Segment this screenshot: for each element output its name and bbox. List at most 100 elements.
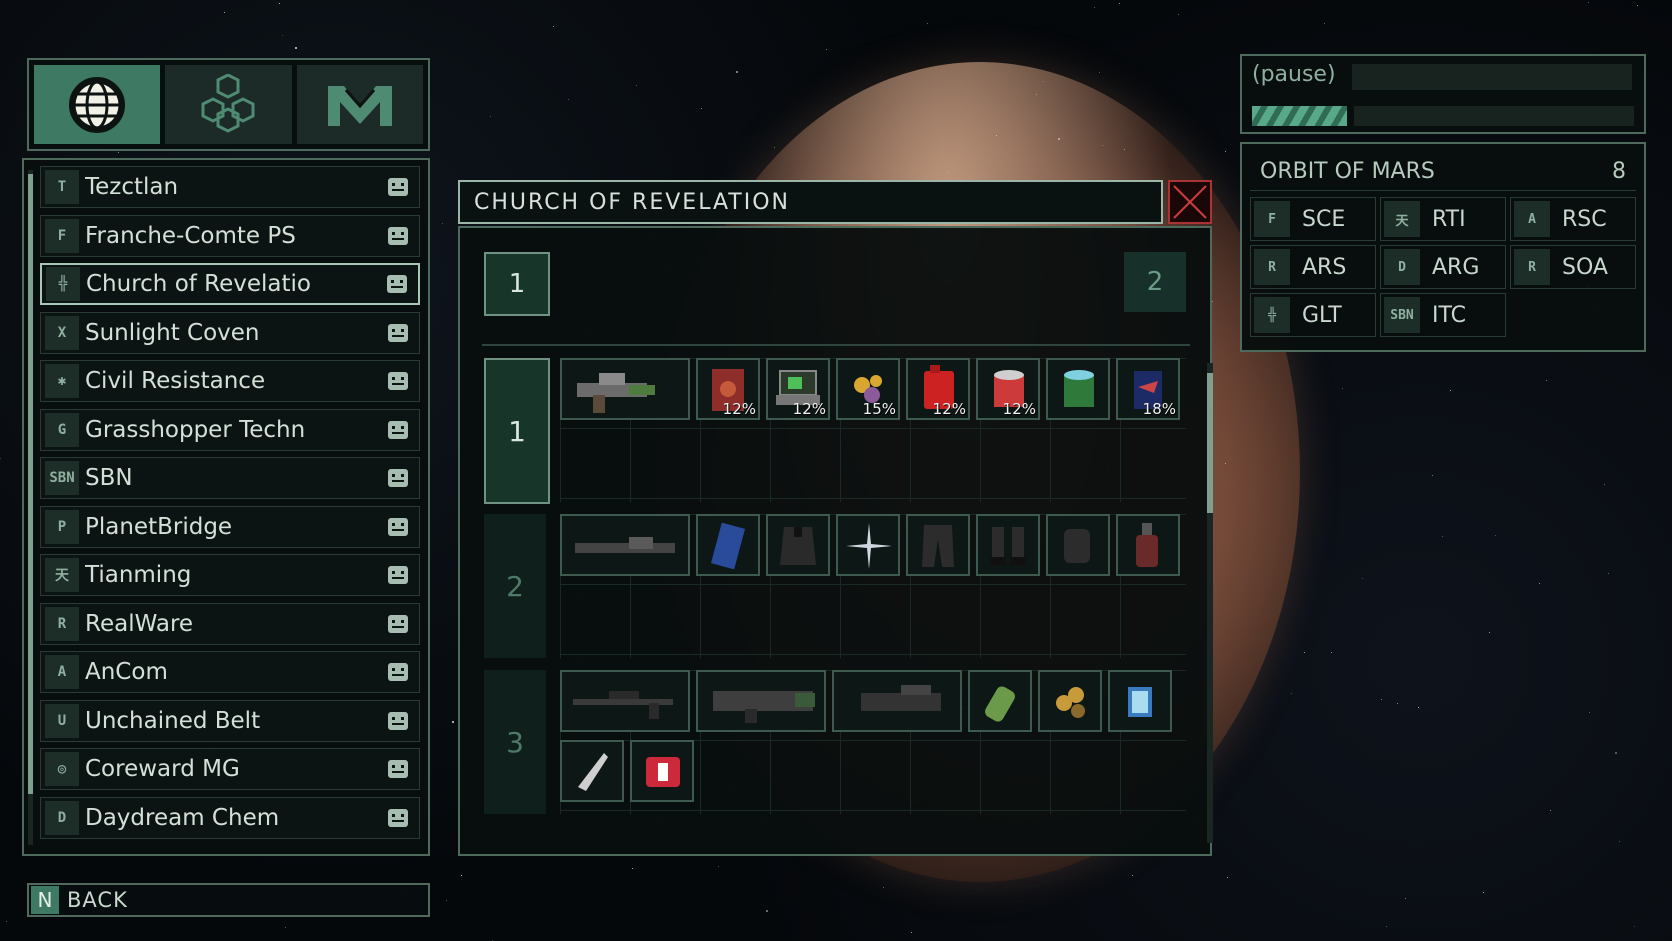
item-slot[interactable]: [968, 670, 1032, 732]
star: [460, 875, 462, 877]
item-slot[interactable]: [906, 514, 970, 576]
tab-globe[interactable]: [34, 65, 161, 144]
inventory-grid: [560, 514, 1186, 658]
trade-dialog: 1 2 1 12% 12% 15% 12% 12% 18% 2 3: [458, 226, 1213, 856]
star: [1101, 145, 1103, 147]
faction-face-icon: [388, 711, 408, 730]
category-tabs: [27, 58, 430, 151]
tier-tab-1[interactable]: 1: [484, 252, 550, 316]
redacted-info: [1352, 64, 1632, 90]
ancom-emblem-icon: A: [45, 655, 79, 689]
item-slot[interactable]: 12%: [766, 358, 830, 420]
item-slot[interactable]: 12%: [976, 358, 1040, 420]
faction-item[interactable]: ✱ Civil Resistance: [40, 360, 420, 402]
orbit-station[interactable]: 天 RTI: [1380, 197, 1506, 241]
realware-emblem-icon: R: [45, 606, 79, 641]
faction-name: Civil Resistance: [85, 368, 266, 394]
item-slot[interactable]: [560, 514, 690, 576]
faction-item[interactable]: A AnCom: [40, 651, 420, 693]
orbit-station[interactable]: D ARG: [1380, 245, 1506, 289]
star: [1618, 840, 1620, 842]
tianming-emblem-icon: 天: [45, 558, 79, 592]
blue-card-icon: [710, 522, 746, 570]
faction-scroll-thumb[interactable]: [28, 174, 33, 794]
faction-item[interactable]: ◎ Coreward MG: [40, 748, 420, 790]
item-slot[interactable]: [696, 514, 760, 576]
inventory-grid: 12% 12% 15% 12% 12% 18%: [560, 358, 1186, 502]
star: [1290, 692, 1292, 694]
orbit-station[interactable]: F SCE: [1250, 197, 1376, 241]
faction-item[interactable]: 天 Tianming: [40, 554, 420, 596]
dialog-scrollbar[interactable]: [1207, 363, 1213, 843]
item-slot[interactable]: [1046, 514, 1110, 576]
star: [1549, 809, 1551, 811]
item-slot[interactable]: [766, 514, 830, 576]
star: [568, 98, 570, 100]
orbit-station[interactable]: A RSC: [1510, 197, 1636, 241]
orbit-panel: ORBIT OF MARS 8 F SCE 天 RTI A RSC R ARS D ARG R SOA…: [1240, 142, 1646, 352]
item-slot[interactable]: 12%: [696, 358, 760, 420]
item-slot[interactable]: 15%: [836, 358, 900, 420]
item-slot[interactable]: [630, 740, 694, 802]
faction-face-icon: [388, 566, 408, 584]
star: [766, 910, 769, 912]
item-percent: 12%: [722, 400, 756, 418]
faction-name: Grasshopper Techn: [85, 416, 306, 443]
station-label: RTI: [1432, 206, 1466, 232]
item-slot[interactable]: [696, 670, 826, 732]
faction-face-icon: [388, 517, 408, 536]
faction-item[interactable]: X Sunlight Coven: [40, 311, 420, 354]
rifle-barrel-icon: [575, 537, 675, 553]
back-button[interactable]: N BACK: [27, 883, 430, 917]
globe-icon: [69, 76, 126, 133]
faction-list: T Tezctlan F Franche-Comte PS ╬ Church of Rev…: [22, 158, 430, 856]
star: [995, 134, 997, 136]
faction-item[interactable]: P PlanetBridge: [40, 505, 420, 548]
star: [117, 151, 119, 153]
item-slot[interactable]: [1108, 670, 1172, 732]
item-slot[interactable]: [560, 740, 624, 802]
star: [1482, 892, 1484, 894]
station-label: ARS: [1302, 254, 1347, 280]
faction-item[interactable]: F Franche-Comte PS: [40, 214, 420, 257]
item-slot[interactable]: [1046, 358, 1110, 420]
tab-cubes[interactable]: [165, 65, 292, 144]
faction-item[interactable]: D Daydream Chem: [40, 796, 420, 839]
faction-name: RealWare: [85, 610, 194, 637]
star: [1636, 4, 1638, 6]
star: [1432, 475, 1434, 477]
faction-item[interactable]: SBN SBN: [40, 457, 420, 499]
tab-m-logo[interactable]: [296, 65, 423, 144]
faction-item[interactable]: ╬ Church of Revelatio: [40, 263, 420, 305]
faction-name: Daydream Chem: [85, 804, 280, 831]
redacted-bar: [1354, 106, 1634, 126]
item-slot[interactable]: [1116, 514, 1180, 576]
item-slot[interactable]: 12%: [906, 358, 970, 420]
star: [1226, 876, 1228, 878]
orbit-station[interactable]: ╬ GLT: [1250, 293, 1376, 337]
item-slot[interactable]: [976, 514, 1040, 576]
faction-name: Sunlight Coven: [85, 319, 260, 346]
star: [631, 868, 633, 869]
orbit-station[interactable]: R ARS: [1250, 245, 1376, 289]
faction-item[interactable]: U Unchained Belt: [40, 699, 420, 742]
item-slot[interactable]: 18%: [1116, 358, 1180, 420]
dialog-scroll-thumb[interactable]: [1207, 373, 1213, 513]
item-slot[interactable]: [560, 670, 690, 732]
item-percent: 12%: [1002, 400, 1036, 418]
tier-tab-2[interactable]: 2: [1124, 252, 1186, 312]
close-button[interactable]: [1168, 180, 1212, 224]
item-slot[interactable]: [1038, 670, 1102, 732]
orbit-station[interactable]: SBN ITC: [1380, 293, 1506, 337]
church-emblem-icon: ╬: [46, 267, 80, 301]
dialog-title: CHURCH OF REVELATION: [458, 180, 1163, 224]
star: [1615, 751, 1618, 754]
item-slot[interactable]: [560, 358, 690, 420]
orbit-station[interactable]: R SOA: [1510, 245, 1636, 289]
faction-item[interactable]: R RealWare: [40, 602, 420, 645]
item-slot[interactable]: [832, 670, 962, 732]
faction-item[interactable]: T Tezctlan: [40, 166, 420, 208]
item-slot[interactable]: [836, 514, 900, 576]
planetbridge-emblem-icon: P: [45, 509, 79, 544]
faction-item[interactable]: G Grasshopper Techn: [40, 408, 420, 451]
